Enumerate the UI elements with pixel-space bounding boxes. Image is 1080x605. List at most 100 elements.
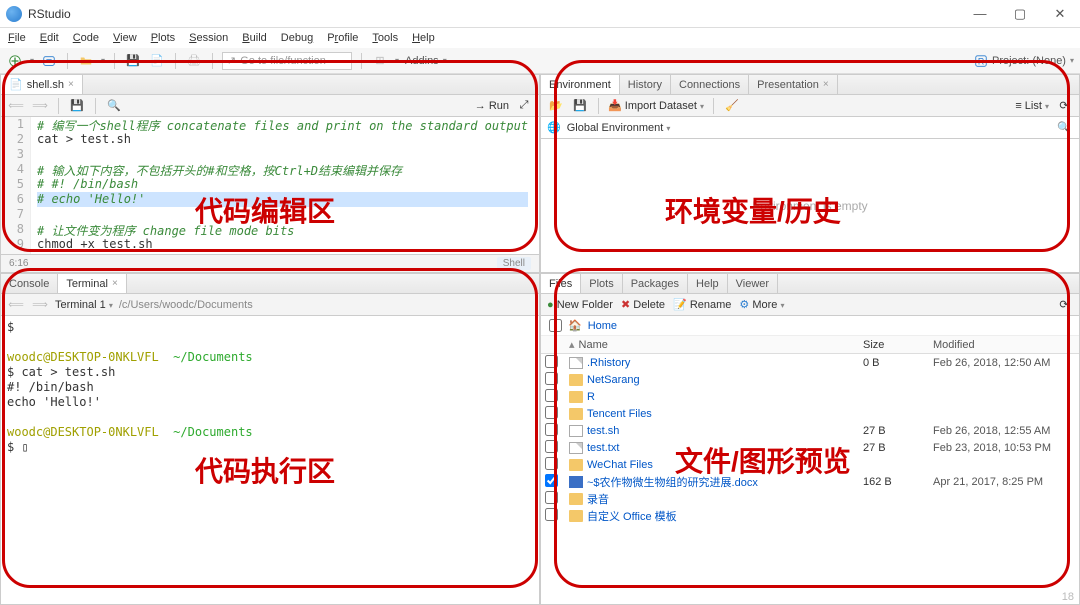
sort-icon[interactable]: ▴ bbox=[569, 338, 575, 351]
file-row[interactable]: .Rhistory0 BFeb 26, 2018, 12:50 AM bbox=[541, 354, 1079, 371]
file-row[interactable]: NetSarang bbox=[541, 371, 1079, 388]
menu-bar: File Edit Code View Plots Session Build … bbox=[0, 28, 1080, 48]
back-icon[interactable]: ⟸ bbox=[7, 296, 25, 314]
close-button[interactable]: ✕ bbox=[1040, 6, 1080, 22]
watermark: 18 bbox=[1062, 591, 1074, 603]
terminal-selector[interactable]: Terminal 1 ▾ bbox=[55, 299, 113, 311]
file-row[interactable]: 自定义 Office 模板 bbox=[541, 507, 1079, 524]
delete-button[interactable]: ✖ Delete bbox=[621, 298, 665, 311]
menu-build[interactable]: Build bbox=[242, 32, 266, 44]
row-checkbox[interactable] bbox=[545, 406, 558, 419]
save-icon[interactable]: 💾 bbox=[124, 52, 142, 70]
forward-icon[interactable]: ⟹ bbox=[31, 296, 49, 314]
more-button[interactable]: ⚙ More ▾ bbox=[739, 298, 784, 311]
row-checkbox[interactable] bbox=[545, 474, 558, 487]
menu-code[interactable]: Code bbox=[73, 32, 99, 44]
file-row[interactable]: WeChat Files bbox=[541, 456, 1079, 473]
row-checkbox[interactable] bbox=[545, 440, 558, 453]
popout-icon[interactable]: ⤢ bbox=[515, 97, 533, 115]
file-row[interactable]: R bbox=[541, 388, 1079, 405]
row-checkbox[interactable] bbox=[545, 389, 558, 402]
breadcrumb-home[interactable]: Home bbox=[588, 320, 617, 332]
row-checkbox[interactable] bbox=[545, 457, 558, 470]
addins-menu[interactable]: Addins ▾ bbox=[405, 55, 447, 67]
select-all-checkbox[interactable] bbox=[549, 319, 562, 332]
save-all-icon[interactable]: 📄 bbox=[148, 52, 166, 70]
menu-help[interactable]: Help bbox=[412, 32, 435, 44]
tab-terminal[interactable]: Terminal × bbox=[58, 274, 126, 293]
find-icon[interactable]: 🔍 bbox=[105, 97, 123, 115]
file-row[interactable]: test.txt27 BFeb 23, 2018, 10:53 PM bbox=[541, 439, 1079, 456]
list-mode[interactable]: ≡ List ▾ bbox=[1015, 100, 1049, 112]
console-pane: Console Terminal × ⟸ ⟹ Terminal 1 ▾ /c/U… bbox=[0, 273, 540, 605]
tab-files[interactable]: Files bbox=[541, 274, 581, 293]
goto-input[interactable]: ↗ Go to file/function bbox=[222, 52, 352, 70]
terminal-output[interactable]: $woodc@DESKTOP-0NKLVFL ~/Documents$ cat … bbox=[1, 316, 539, 604]
forward-icon[interactable]: ⟹ bbox=[31, 97, 49, 115]
env-empty-label: Environment is empty bbox=[541, 139, 1079, 272]
grid-icon[interactable]: ⊞ bbox=[371, 52, 389, 70]
rename-button[interactable]: 📝 Rename bbox=[673, 298, 731, 311]
menu-session[interactable]: Session bbox=[189, 32, 228, 44]
row-checkbox[interactable] bbox=[545, 508, 558, 521]
menu-tools[interactable]: Tools bbox=[372, 32, 398, 44]
maximize-button[interactable]: ▢ bbox=[1000, 6, 1040, 22]
tab-presentation[interactable]: Presentation × bbox=[749, 75, 838, 94]
menu-debug[interactable]: Debug bbox=[281, 32, 313, 44]
row-checkbox[interactable] bbox=[545, 372, 558, 385]
menu-profile[interactable]: Profile bbox=[327, 32, 358, 44]
menu-file[interactable]: File bbox=[8, 32, 26, 44]
new-folder-button[interactable]: ● New Folder bbox=[547, 299, 613, 311]
back-icon[interactable]: ⟸ bbox=[7, 97, 25, 115]
dropdown-icon[interactable]: ▾ bbox=[395, 56, 399, 65]
import-dataset-button[interactable]: 📥 Import Dataset ▾ bbox=[608, 99, 704, 112]
window-titlebar: RStudio — ▢ ✕ bbox=[0, 0, 1080, 28]
dropdown-icon[interactable]: ▾ bbox=[101, 56, 105, 65]
tab-viewer[interactable]: Viewer bbox=[728, 274, 778, 293]
file-icon bbox=[569, 374, 583, 386]
close-icon[interactable]: × bbox=[68, 79, 74, 90]
row-checkbox[interactable] bbox=[545, 355, 558, 368]
new-file-icon[interactable] bbox=[6, 52, 24, 70]
language-mode[interactable]: Shell bbox=[497, 257, 531, 270]
search-icon[interactable]: 🔍 bbox=[1055, 119, 1073, 137]
file-row[interactable]: test.sh27 BFeb 26, 2018, 12:55 AM bbox=[541, 422, 1079, 439]
tab-plots[interactable]: Plots bbox=[581, 274, 622, 293]
row-checkbox[interactable] bbox=[545, 423, 558, 436]
tab-environment[interactable]: Environment bbox=[541, 75, 620, 94]
project-selector[interactable]: R Project: (None) ▾ bbox=[974, 54, 1074, 68]
tab-help[interactable]: Help bbox=[688, 274, 728, 293]
print-icon[interactable]: 🖨 bbox=[185, 52, 203, 70]
file-icon bbox=[569, 425, 583, 437]
file-row[interactable]: Tencent Files bbox=[541, 405, 1079, 422]
col-size[interactable]: Size bbox=[859, 339, 929, 351]
env-scope[interactable]: Global Environment ▾ bbox=[567, 122, 671, 134]
save-icon[interactable]: 💾 bbox=[68, 97, 86, 115]
dropdown-icon[interactable]: ▾ bbox=[30, 56, 34, 65]
close-icon[interactable]: × bbox=[112, 278, 118, 289]
run-button[interactable]: → Run bbox=[475, 100, 509, 112]
code-editor[interactable]: 123456789101112 # 编写一个shell程序 concatenat… bbox=[1, 117, 539, 254]
file-row[interactable]: 录音 bbox=[541, 490, 1079, 507]
menu-plots[interactable]: Plots bbox=[151, 32, 175, 44]
broom-icon[interactable]: 🧹 bbox=[723, 97, 741, 115]
file-row[interactable]: ~$农作物微生物组的研究进展.docx162 BApr 21, 2017, 8:… bbox=[541, 473, 1079, 490]
refresh-icon[interactable]: ⟳ bbox=[1055, 97, 1073, 115]
minimize-button[interactable]: — bbox=[960, 6, 1000, 22]
open-file-icon[interactable] bbox=[77, 52, 95, 70]
col-modified[interactable]: Modified bbox=[929, 339, 1079, 351]
row-checkbox[interactable] bbox=[545, 491, 558, 504]
load-icon[interactable]: 📂 bbox=[547, 97, 565, 115]
refresh-icon[interactable]: ⟳ bbox=[1055, 296, 1073, 314]
source-tab[interactable]: 📄 shell.sh × bbox=[1, 75, 83, 94]
new-project-icon[interactable] bbox=[40, 52, 58, 70]
menu-edit[interactable]: Edit bbox=[40, 32, 59, 44]
app-title: RStudio bbox=[28, 7, 71, 21]
tab-connections[interactable]: Connections bbox=[671, 75, 749, 94]
tab-history[interactable]: History bbox=[620, 75, 671, 94]
home-icon[interactable]: 🏠 bbox=[568, 319, 582, 332]
tab-packages[interactable]: Packages bbox=[623, 274, 688, 293]
tab-console[interactable]: Console bbox=[1, 274, 58, 293]
menu-view[interactable]: View bbox=[113, 32, 137, 44]
save-icon[interactable]: 💾 bbox=[571, 97, 589, 115]
